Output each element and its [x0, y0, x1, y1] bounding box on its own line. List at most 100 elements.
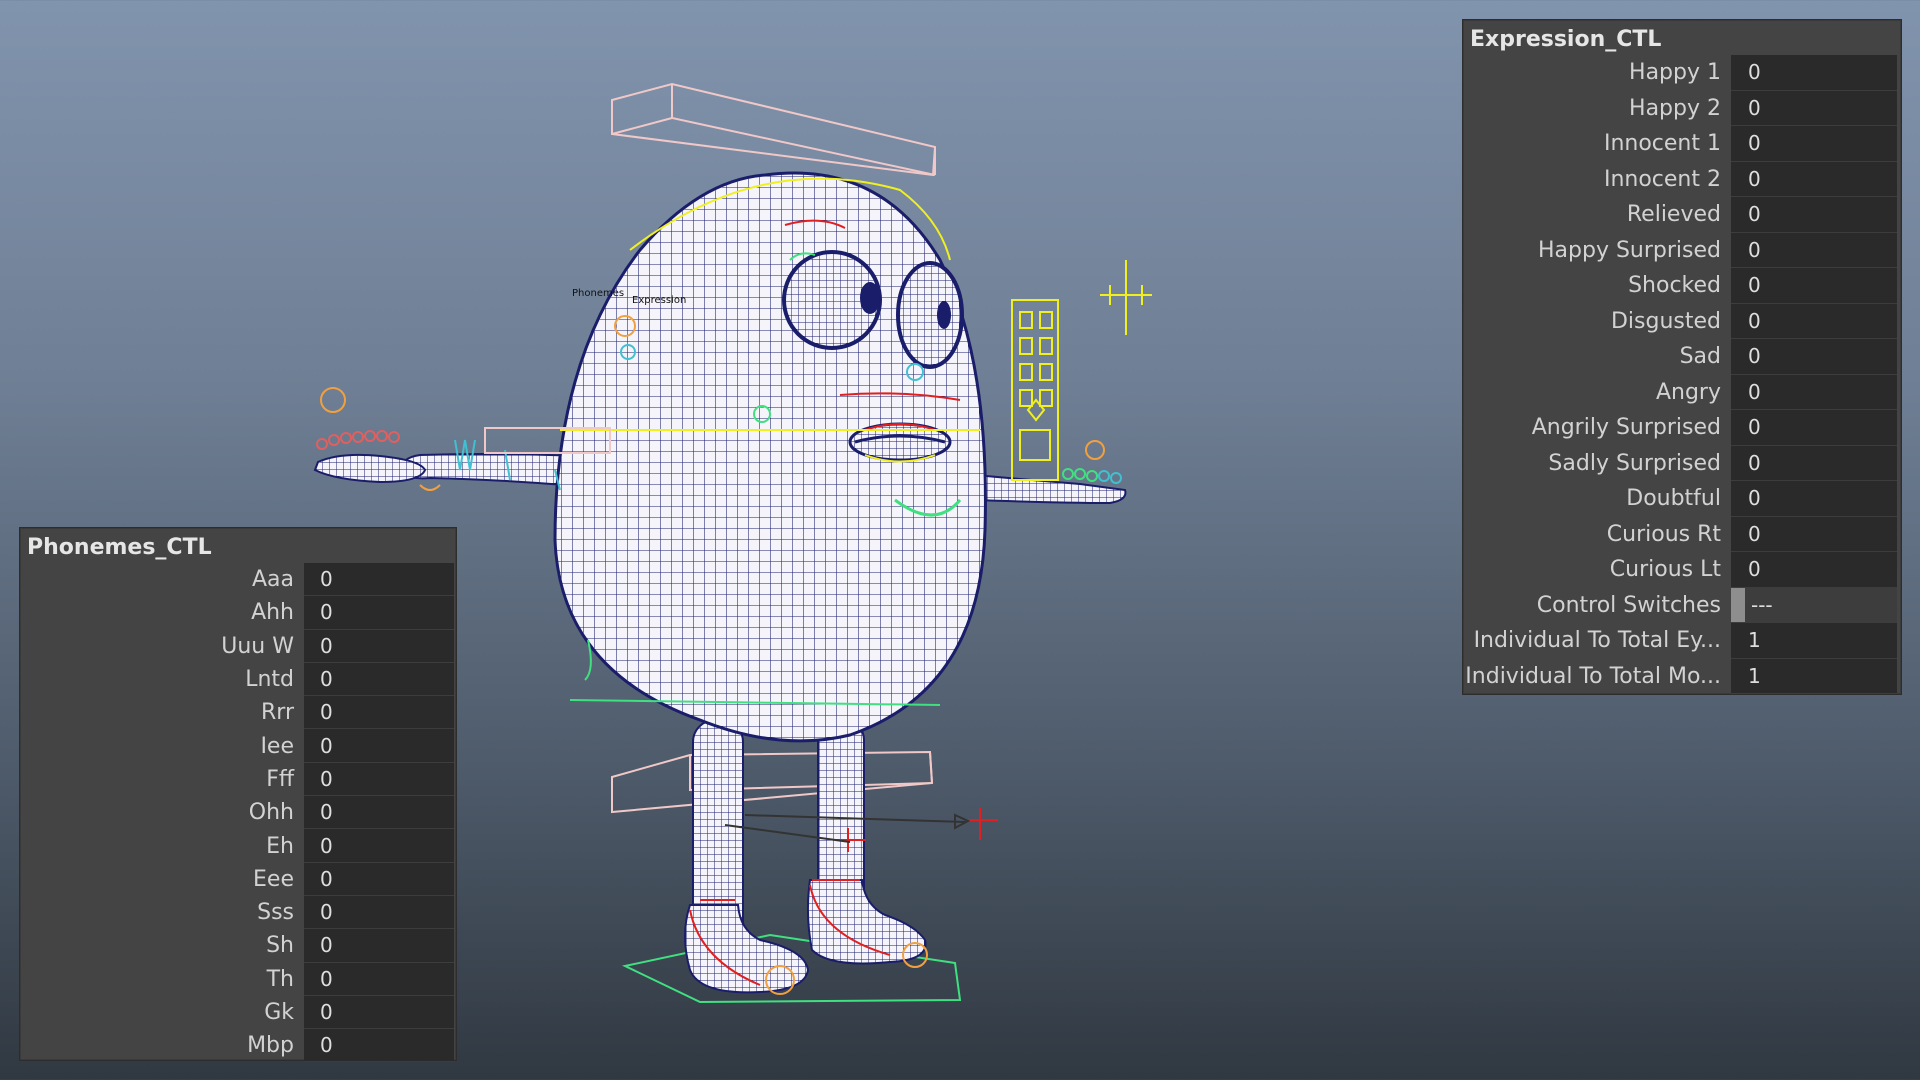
phonemes-attribute-value[interactable]: 0 — [320, 667, 333, 691]
phonemes-attribute-row[interactable]: Mbp 0 — [21, 1029, 455, 1063]
phonemes-value-field[interactable]: 0 — [304, 962, 454, 996]
phonemes-value-field[interactable]: 0 — [304, 696, 454, 730]
phonemes-attribute-label: Fff — [266, 766, 294, 792]
expression-value-field[interactable]: 0 — [1731, 303, 1897, 339]
expression-value-field[interactable]: 1 — [1731, 658, 1897, 694]
expression-attribute-row[interactable]: Curious Lt 0 — [1464, 552, 1900, 588]
expression-value-field[interactable]: 0 — [1731, 481, 1897, 517]
expression-value-field[interactable]: 0 — [1731, 90, 1897, 126]
expression-attribute-row[interactable]: Happy 1 0 — [1464, 55, 1900, 91]
phonemes-value-field[interactable]: 0 — [304, 796, 454, 830]
expression-value-field[interactable]: 1 — [1731, 623, 1897, 659]
phonemes-attribute-value[interactable]: 0 — [320, 1033, 333, 1057]
expression-attribute-row[interactable]: Angrily Surprised 0 — [1464, 410, 1900, 446]
expression-value-field[interactable]: 0 — [1731, 374, 1897, 410]
expression-attribute-value[interactable]: 0 — [1748, 273, 1761, 297]
phonemes-attribute-value[interactable]: 0 — [320, 700, 333, 724]
expression-attribute-row[interactable]: Relieved 0 — [1464, 197, 1900, 233]
expression-value-field[interactable]: 0 — [1731, 232, 1897, 268]
phonemes-value-field[interactable]: 0 — [304, 762, 454, 797]
phonemes-attribute-value[interactable]: 0 — [320, 900, 333, 924]
expression-attribute-value[interactable]: 0 — [1748, 486, 1761, 510]
phonemes-attribute-row[interactable]: Ohh 0 — [21, 796, 455, 830]
expression-attribute-value[interactable]: 0 — [1748, 451, 1761, 475]
phonemes-attribute-value[interactable]: 0 — [320, 567, 333, 591]
expression-attribute-row[interactable]: Sad 0 — [1464, 339, 1900, 375]
expression-attribute-value[interactable]: 1 — [1748, 628, 1761, 652]
phonemes-attribute-value[interactable]: 0 — [320, 933, 333, 957]
phonemes-value-field[interactable]: 0 — [304, 662, 454, 697]
expression-attribute-value[interactable]: 0 — [1748, 131, 1761, 155]
expression-value-field[interactable]: 0 — [1731, 55, 1897, 91]
expression-attribute-value[interactable]: 0 — [1748, 60, 1761, 84]
phonemes-attribute-value[interactable]: 0 — [320, 967, 333, 991]
expression-value-field[interactable]: 0 — [1731, 516, 1897, 552]
phonemes-attribute-row[interactable]: Sh 0 — [21, 929, 455, 963]
expression-attribute-value[interactable]: 0 — [1748, 167, 1761, 191]
phonemes-attribute-row[interactable]: Eee 0 — [21, 862, 455, 896]
expression-value-field[interactable]: 0 — [1731, 445, 1897, 481]
phonemes-attribute-value[interactable]: 0 — [320, 634, 333, 658]
phonemes-attribute-row[interactable]: Eh 0 — [21, 829, 455, 863]
expression-value-field[interactable]: 0 — [1731, 268, 1897, 304]
phonemes-attribute-value[interactable]: 0 — [320, 767, 333, 791]
phonemes-attribute-row[interactable]: Rrr 0 — [21, 696, 455, 730]
phonemes-value-field[interactable]: 0 — [304, 729, 454, 763]
expression-attribute-row[interactable]: Happy 2 0 — [1464, 90, 1900, 126]
phonemes-attribute-row[interactable]: Ahh 0 — [21, 596, 455, 630]
expression-attribute-row[interactable]: Individual To Total Mo... 1 — [1464, 658, 1900, 694]
phonemes-attribute-row[interactable]: Th 0 — [21, 962, 455, 996]
phonemes-attribute-row[interactable]: Sss 0 — [21, 895, 455, 930]
phonemes-attribute-row[interactable]: Lntd 0 — [21, 662, 455, 697]
expression-attribute-value[interactable]: 0 — [1748, 415, 1761, 439]
expression-attribute-row[interactable]: Doubtful 0 — [1464, 481, 1900, 517]
expression-value-field[interactable]: 0 — [1731, 339, 1897, 375]
expression-attribute-value[interactable]: 0 — [1748, 96, 1761, 120]
phonemes-attribute-row[interactable]: Fff 0 — [21, 762, 455, 797]
phonemes-attribute-value[interactable]: 0 — [320, 867, 333, 891]
phonemes-value-field[interactable]: 0 — [304, 596, 454, 630]
phonemes-attribute-value[interactable]: 0 — [320, 600, 333, 624]
expression-attribute-row[interactable]: Individual To Total Ey... 1 — [1464, 623, 1900, 659]
expression-value-field[interactable]: --- — [1731, 587, 1897, 623]
expression-attribute-row[interactable]: Innocent 2 0 — [1464, 161, 1900, 197]
expression-attribute-value[interactable]: 1 — [1748, 664, 1761, 688]
expression-attribute-row[interactable]: Control Switches --- — [1464, 587, 1900, 623]
expression-attribute-row[interactable]: Angry 0 — [1464, 374, 1900, 410]
phonemes-value-field[interactable]: 0 — [304, 829, 454, 863]
expression-attribute-value[interactable]: 0 — [1748, 238, 1761, 262]
phonemes-value-field[interactable]: 0 — [304, 629, 454, 663]
expression-value-field[interactable]: 0 — [1731, 161, 1897, 197]
phonemes-attribute-row[interactable]: Uuu W 0 — [21, 629, 455, 663]
expression-value-field[interactable]: 0 — [1731, 126, 1897, 162]
expression-attribute-value[interactable]: 0 — [1748, 344, 1761, 368]
phonemes-value-field[interactable]: 0 — [304, 862, 454, 896]
phonemes-value-field[interactable]: 0 — [304, 895, 454, 930]
expression-attribute-row[interactable]: Sadly Surprised 0 — [1464, 445, 1900, 481]
phonemes-attribute-value[interactable]: 0 — [320, 734, 333, 758]
expression-attribute-value[interactable]: 0 — [1748, 380, 1761, 404]
expression-value-field[interactable]: 0 — [1731, 552, 1897, 588]
expression-attribute-value[interactable]: --- — [1751, 593, 1773, 617]
expression-attribute-value[interactable]: 0 — [1748, 202, 1761, 226]
expression-attribute-row[interactable]: Happy Surprised 0 — [1464, 232, 1900, 268]
expression-value-field[interactable]: 0 — [1731, 410, 1897, 446]
expression-value-field[interactable]: 0 — [1731, 197, 1897, 233]
expression-attribute-row[interactable]: Disgusted 0 — [1464, 303, 1900, 339]
phonemes-attribute-value[interactable]: 0 — [320, 834, 333, 858]
expression-attribute-row[interactable]: Shocked 0 — [1464, 268, 1900, 304]
phonemes-value-field[interactable]: 0 — [304, 995, 454, 1030]
phonemes-value-field[interactable]: 0 — [304, 1029, 454, 1063]
phonemes-attribute-row[interactable]: Iee 0 — [21, 729, 455, 763]
phonemes-value-field[interactable]: 0 — [304, 929, 454, 963]
expression-attribute-value[interactable]: 0 — [1748, 557, 1761, 581]
phonemes-attribute-row[interactable]: Gk 0 — [21, 995, 455, 1030]
expression-attribute-row[interactable]: Innocent 1 0 — [1464, 126, 1900, 162]
expression-attribute-value[interactable]: 0 — [1748, 522, 1761, 546]
phonemes-attribute-value[interactable]: 0 — [320, 800, 333, 824]
expression-attribute-value[interactable]: 0 — [1748, 309, 1761, 333]
phonemes-value-field[interactable]: 0 — [304, 563, 454, 597]
phonemes-attribute-value[interactable]: 0 — [320, 1000, 333, 1024]
phonemes-attribute-row[interactable]: Aaa 0 — [21, 563, 455, 597]
expression-attribute-row[interactable]: Curious Rt 0 — [1464, 516, 1900, 552]
